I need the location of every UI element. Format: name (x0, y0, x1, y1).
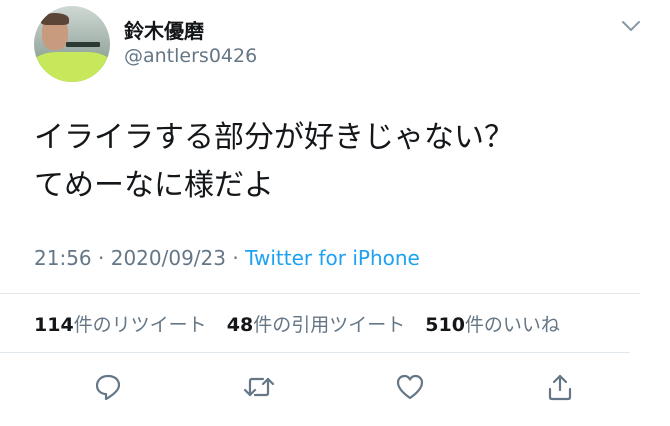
retweet-icon[interactable] (243, 372, 275, 402)
display-name[interactable]: 鈴木優磨 (124, 15, 204, 44)
tweet-meta: 21:56 · 2020/09/23 · Twitter for iPhone (34, 246, 420, 270)
meta-separator: · (226, 246, 246, 270)
like-count-link[interactable]: 510件のいいね (425, 314, 560, 336)
share-icon[interactable] (545, 372, 575, 402)
meta-separator: · (91, 246, 111, 270)
retweet-count: 114 (34, 314, 74, 336)
tweet-text: イライラする部分が好きじゃない？ てめーなに様だよ (34, 114, 644, 210)
avatar-shirt-logo (66, 42, 100, 47)
retweet-count-link[interactable]: 114件のリツイート (34, 314, 207, 336)
avatar-shirt (34, 52, 110, 82)
quote-count: 48 (226, 314, 254, 336)
tweet-date[interactable]: 2020/09/23 (111, 246, 226, 270)
user-handle[interactable]: @antlers0426 (124, 45, 257, 67)
chevron-down-icon[interactable] (620, 18, 642, 34)
tweet-text-line: イライラする部分が好きじゃない？ (34, 120, 514, 155)
heart-icon[interactable] (395, 372, 425, 402)
retweet-label: 件のリツイート (73, 314, 207, 336)
divider (0, 352, 630, 353)
avatar-hair (41, 13, 69, 25)
tweet-stats: 114件のリツイート 48件の引用ツイート 510件のいいね (34, 310, 574, 337)
tweet-detail: 鈴木優磨 @antlers0426 イライラする部分が好きじゃない？ てめーなに… (0, 0, 670, 426)
divider (0, 293, 640, 294)
quote-count-link[interactable]: 48件の引用ツイート (227, 314, 405, 336)
like-label: 件のいいね (464, 314, 560, 336)
tweet-time[interactable]: 21:56 (34, 246, 92, 270)
reply-icon[interactable] (93, 372, 123, 402)
tweet-text-line: てめーなに様だよ (34, 168, 274, 203)
like-count: 510 (425, 314, 465, 336)
avatar[interactable] (34, 6, 110, 82)
quote-label: 件の引用ツイート (253, 314, 406, 336)
tweet-source-link[interactable]: Twitter for iPhone (245, 246, 420, 270)
